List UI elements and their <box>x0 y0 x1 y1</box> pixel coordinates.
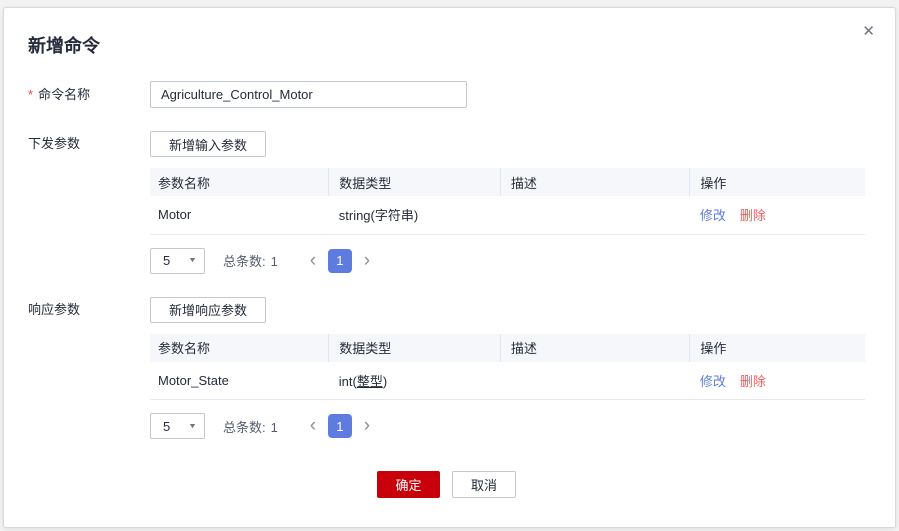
edit-link[interactable]: 修改 <box>700 208 726 223</box>
page-size-select[interactable]: 5 ▼ <box>150 413 205 439</box>
cell-param-name: Motor <box>150 196 329 234</box>
response-params-label: 响应参数 <box>28 297 150 323</box>
close-button[interactable]: ✕ <box>860 22 877 42</box>
delivery-params-table: 参数名称 数据类型 描述 操作 Motor string(字符串) 修改删除 <box>150 168 865 235</box>
dialog-footer: 确定 取消 <box>28 471 865 498</box>
delete-link[interactable]: 删除 <box>740 374 766 389</box>
next-page-button[interactable]: › <box>360 249 374 273</box>
command-name-input[interactable] <box>150 81 467 108</box>
delete-link[interactable]: 删除 <box>740 208 766 223</box>
header-param-name: 参数名称 <box>150 168 329 196</box>
total-count-text: 总条数:1 <box>223 251 278 270</box>
add-response-param-button[interactable]: 新增响应参数 <box>150 297 266 323</box>
cell-operation: 修改删除 <box>690 362 865 400</box>
dialog-title: 新增命令 <box>28 33 865 59</box>
page-size-value: 5 <box>163 253 170 268</box>
page-size-select[interactable]: 5 ▼ <box>150 248 205 274</box>
cell-description <box>500 362 689 400</box>
header-operation: 操作 <box>690 168 865 196</box>
page-number-button[interactable]: 1 <box>328 414 352 438</box>
close-icon: ✕ <box>862 23 875 40</box>
cell-description <box>500 196 689 234</box>
chevron-down-icon: ▼ <box>188 423 197 430</box>
delivery-params-section: 下发参数 新增输入参数 参数名称 数据类型 描述 操作 Motor string <box>28 131 865 274</box>
cell-operation: 修改删除 <box>690 196 865 234</box>
page-size-value: 5 <box>163 419 170 434</box>
add-command-dialog: 新增命令 ✕ * 命令名称 下发参数 新增输入参数 参数名称 数据类型 描述 操作 <box>3 7 896 528</box>
cell-data-type: int(整型) <box>329 362 501 400</box>
cancel-button[interactable]: 取消 <box>452 471 516 498</box>
delivery-params-label: 下发参数 <box>28 131 150 157</box>
header-description: 描述 <box>500 334 689 362</box>
command-name-row: * 命令名称 <box>28 81 865 108</box>
header-param-name: 参数名称 <box>150 334 329 362</box>
header-description: 描述 <box>500 168 689 196</box>
prev-page-button[interactable]: ‹ <box>306 249 320 273</box>
response-pagination: 5 ▼ 总条数:1 ‹ 1 › <box>150 413 865 439</box>
header-data-type: 数据类型 <box>329 168 501 196</box>
response-params-section: 响应参数 新增响应参数 参数名称 数据类型 描述 操作 Motor_State <box>28 297 865 440</box>
command-name-label-text: 命令名称 <box>38 87 90 102</box>
response-params-table: 参数名称 数据类型 描述 操作 Motor_State int(整型) 修改删除 <box>150 334 865 401</box>
header-data-type: 数据类型 <box>329 334 501 362</box>
page-number-button[interactable]: 1 <box>328 249 352 273</box>
required-asterisk: * <box>28 87 33 102</box>
delivery-pagination: 5 ▼ 总条数:1 ‹ 1 › <box>150 248 865 274</box>
header-operation: 操作 <box>690 334 865 362</box>
cell-param-name: Motor_State <box>150 362 329 400</box>
prev-page-button[interactable]: ‹ <box>306 414 320 438</box>
add-input-param-button[interactable]: 新增输入参数 <box>150 131 266 157</box>
table-header-row: 参数名称 数据类型 描述 操作 <box>150 334 865 362</box>
table-header-row: 参数名称 数据类型 描述 操作 <box>150 168 865 196</box>
next-page-button[interactable]: › <box>360 414 374 438</box>
edit-link[interactable]: 修改 <box>700 374 726 389</box>
cell-data-type: string(字符串) <box>329 196 501 234</box>
command-name-label: * 命令名称 <box>28 81 150 108</box>
total-count-text: 总条数:1 <box>223 417 278 436</box>
confirm-button[interactable]: 确定 <box>377 471 440 498</box>
table-row: Motor string(字符串) 修改删除 <box>150 196 865 234</box>
chevron-down-icon: ▼ <box>188 257 197 264</box>
table-row: Motor_State int(整型) 修改删除 <box>150 362 865 400</box>
